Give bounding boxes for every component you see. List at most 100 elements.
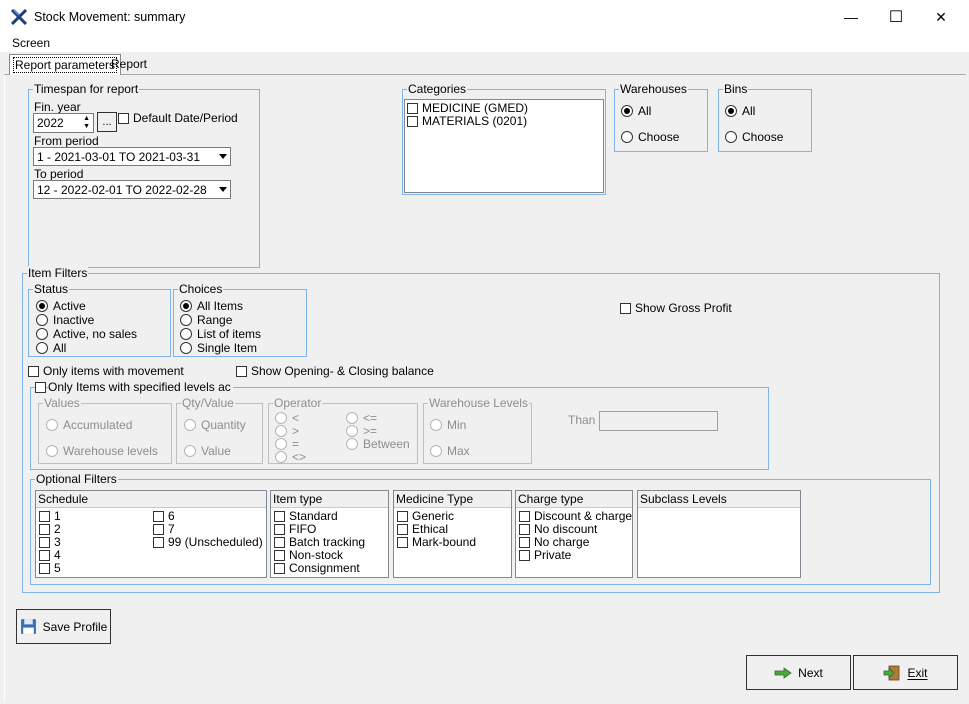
tab-report-parameters[interactable]: Report parameters	[9, 54, 122, 75]
only-movement-label: Only items with movement	[43, 364, 184, 378]
next-button[interactable]: Next	[746, 655, 851, 690]
charge-type-checkbox[interactable]	[519, 524, 530, 535]
item-type-checkbox[interactable]	[274, 537, 285, 548]
fin-year-spinner[interactable]: 2022 ▲ ▼	[33, 113, 94, 133]
operator-ge-radio[interactable]	[346, 425, 358, 437]
menu-screen[interactable]: Screen	[12, 36, 50, 50]
operator-label: >=	[363, 424, 378, 438]
bins-all-label: All	[742, 104, 756, 118]
charge-type-header: Charge type	[516, 491, 632, 508]
item-type-item: Batch tracking	[289, 535, 366, 549]
values-legend: Values	[43, 396, 81, 410]
choices-option-label: All Items	[197, 299, 244, 313]
schedule-checkbox[interactable]	[153, 537, 164, 548]
item-type-checkbox[interactable]	[274, 550, 285, 561]
category-checkbox[interactable]	[407, 116, 418, 127]
choices-range-radio[interactable]	[180, 314, 192, 326]
min-radio[interactable]	[430, 419, 442, 431]
show-gross-profit-checkbox[interactable]	[620, 303, 631, 314]
to-period-select[interactable]: 12 - 2022-02-01 TO 2022-02-28	[33, 180, 231, 199]
schedule-checkbox[interactable]	[39, 550, 50, 561]
status-legend: Status	[33, 282, 70, 296]
warehouses-choose-radio[interactable]	[621, 131, 633, 143]
warehouse-levels-label: Warehouse levels	[63, 444, 158, 458]
operator-label: <>	[292, 450, 307, 464]
fin-year-value: 2022	[37, 116, 64, 130]
warehouse-levels-radio[interactable]	[46, 445, 58, 457]
operator-le-radio[interactable]	[346, 412, 358, 424]
tab-report[interactable]: Report	[108, 55, 150, 75]
schedule-item: 3	[54, 535, 61, 549]
schedule-checkbox[interactable]	[39, 537, 50, 548]
schedule-checkbox[interactable]	[39, 524, 50, 535]
category-checkbox[interactable]	[407, 103, 418, 114]
warehouses-all-radio[interactable]	[621, 105, 633, 117]
item-type-checkbox[interactable]	[274, 511, 285, 522]
categories-list[interactable]: MEDICINE (GMED) MATERIALS (0201)	[404, 99, 604, 193]
schedule-item: 5	[54, 561, 61, 575]
to-period-label: To period	[34, 167, 84, 181]
charge-type-checkbox[interactable]	[519, 537, 530, 548]
save-profile-label: Save Profile	[42, 619, 108, 634]
schedule-checkbox[interactable]	[153, 524, 164, 535]
optional-filters-legend: Optional Filters	[35, 472, 118, 486]
status-active-radio[interactable]	[36, 300, 48, 312]
operator-eq-radio[interactable]	[275, 438, 287, 450]
close-button[interactable]: ✕	[918, 0, 964, 34]
operator-ne-radio[interactable]	[275, 451, 287, 463]
bins-all-radio[interactable]	[725, 105, 737, 117]
choices-single-radio[interactable]	[180, 342, 192, 354]
medicine-type-checkbox[interactable]	[397, 524, 408, 535]
schedule-checkbox[interactable]	[39, 511, 50, 522]
item-type-list[interactable]: Item type Standard FIFO Batch tracking N…	[270, 490, 389, 578]
maximize-button[interactable]: ☐	[873, 0, 919, 34]
minimize-button[interactable]: —	[828, 0, 874, 34]
default-date-checkbox[interactable]	[118, 113, 129, 124]
than-input[interactable]	[599, 411, 718, 431]
choices-legend: Choices	[178, 282, 224, 296]
qty-value-legend: Qty/Value	[181, 396, 235, 410]
show-balance-checkbox[interactable]	[236, 366, 247, 377]
value-radio[interactable]	[184, 445, 196, 457]
status-inactive-radio[interactable]	[36, 314, 48, 326]
status-option-label: Active	[53, 299, 86, 313]
medicine-type-checkbox[interactable]	[397, 511, 408, 522]
categories-legend: Categories	[407, 82, 468, 96]
bins-choose-label: Choose	[742, 130, 784, 144]
item-type-item: Non-stock	[289, 548, 344, 562]
status-active-no-sales-radio[interactable]	[36, 328, 48, 340]
browse-button[interactable]: ...	[97, 112, 117, 132]
bins-legend: Bins	[723, 82, 749, 96]
operator-gt-radio[interactable]	[275, 425, 287, 437]
subclass-levels-list[interactable]: Subclass Levels	[637, 490, 801, 578]
schedule-checkbox[interactable]	[39, 563, 50, 574]
app-logo-icon	[11, 9, 27, 25]
bins-choose-radio[interactable]	[725, 131, 737, 143]
exit-button[interactable]: Exit	[853, 655, 958, 690]
charge-type-list[interactable]: Charge type Discount & charge No discoun…	[515, 490, 633, 578]
status-all-radio[interactable]	[36, 342, 48, 354]
save-profile-button[interactable]: Save Profile	[16, 609, 111, 644]
window-title: Stock Movement: summary	[34, 10, 186, 24]
spinner-arrows-icon[interactable]: ▲ ▼	[83, 115, 90, 131]
operator-between-radio[interactable]	[346, 438, 358, 450]
item-type-checkbox[interactable]	[274, 524, 285, 535]
max-radio[interactable]	[430, 445, 442, 457]
medicine-type-list[interactable]: Medicine Type Generic Ethical Mark-bound	[393, 490, 512, 578]
accumulated-label: Accumulated	[63, 418, 133, 432]
charge-type-checkbox[interactable]	[519, 550, 530, 561]
charge-type-checkbox[interactable]	[519, 511, 530, 522]
chevron-down-icon	[219, 187, 227, 192]
only-movement-checkbox[interactable]	[28, 366, 39, 377]
item-type-checkbox[interactable]	[274, 563, 285, 574]
quantity-radio[interactable]	[184, 419, 196, 431]
from-period-select[interactable]: 1 - 2021-03-01 TO 2021-03-31	[33, 147, 231, 166]
schedule-list[interactable]: Schedule 1 2 3 4 5 6 7 99 (Unscheduled)	[35, 490, 267, 578]
choices-all-items-radio[interactable]	[180, 300, 192, 312]
schedule-checkbox[interactable]	[153, 511, 164, 522]
choices-list-radio[interactable]	[180, 328, 192, 340]
operator-lt-radio[interactable]	[275, 412, 287, 424]
accumulated-radio[interactable]	[46, 419, 58, 431]
only-levels-checkbox[interactable]	[35, 382, 46, 393]
medicine-type-checkbox[interactable]	[397, 537, 408, 548]
